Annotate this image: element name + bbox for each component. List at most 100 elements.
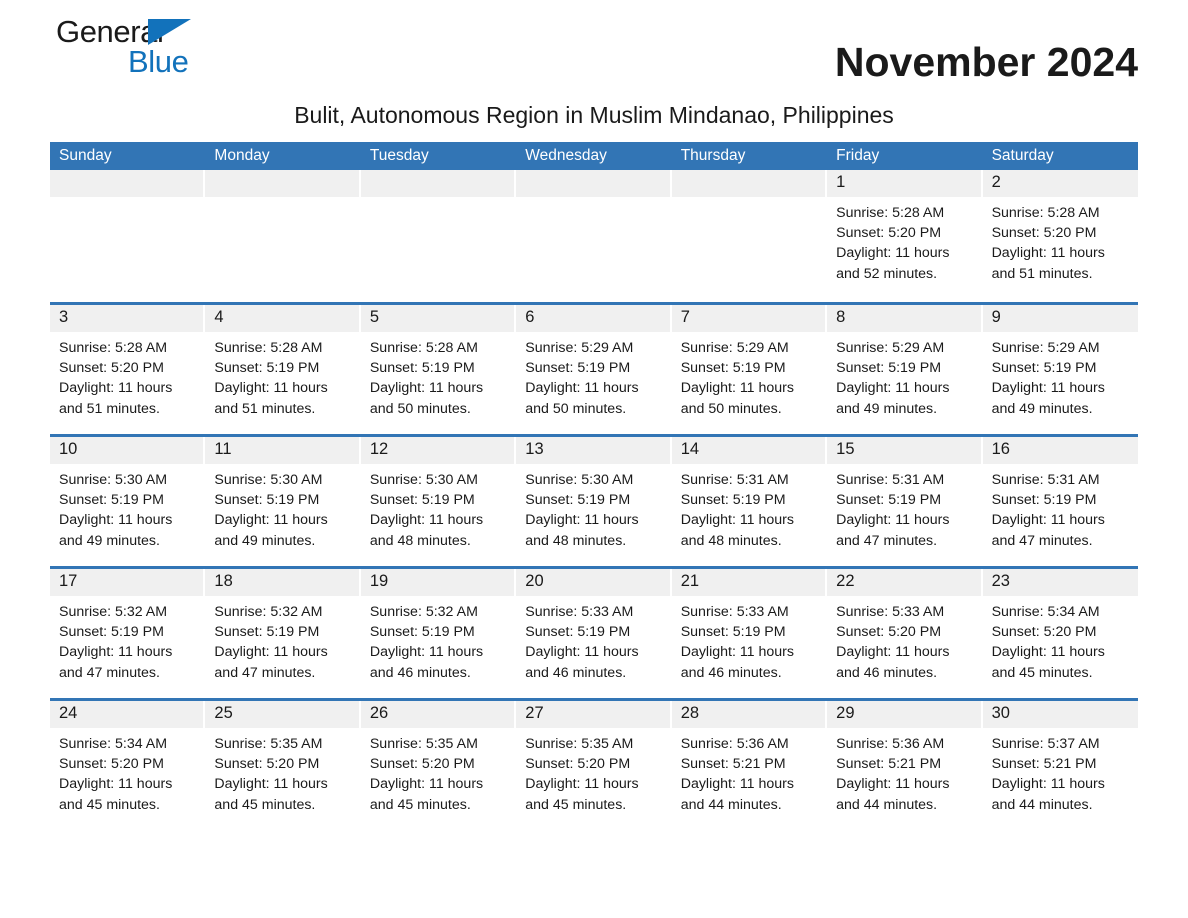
daylight-text: Daylight: 11 hours and 49 minutes. <box>214 512 328 549</box>
general-blue-logo[interactable]: General Blue <box>50 10 200 82</box>
calendar-day-cell[interactable]: 14 Sunrise: 5:31 AM Sunset: 5:19 PM Dayligh… <box>671 437 828 566</box>
day-sun-info: Sunrise: 5:35 AM Sunset: 5:20 PM Daylight:… <box>525 734 660 815</box>
sunrise-text: Sunrise: 5:32 AM <box>369 604 478 620</box>
day-number-band <box>205 170 359 197</box>
sunrise-text: Sunrise: 5:28 AM <box>59 340 168 356</box>
weekday-header-row: Sunday Monday Tuesday Wednesday Thursday… <box>50 142 1138 170</box>
day-number-band: 5 <box>360 305 515 332</box>
sunrise-text: Sunrise: 5:32 AM <box>59 604 168 620</box>
calendar-day-cell[interactable]: 20 Sunrise: 5:33 AM Sunset: 5:19 PM Dayligh… <box>516 569 672 698</box>
day-sun-info: Sunrise: 5:29 AM Sunset: 5:19 PM Daylight:… <box>992 338 1129 419</box>
calendar-day-cell[interactable]: 16 Sunrise: 5:31 AM Sunset: 5:19 PM Dayligh… <box>982 437 1138 566</box>
calendar-day-cell[interactable]: 11 Sunrise: 5:30 AM Sunset: 5:19 PM Dayligh… <box>205 437 361 566</box>
day-number-band <box>671 170 826 197</box>
calendar-day-cell[interactable]: 28 Sunrise: 5:36 AM Sunset: 5:21 PM Dayligh… <box>671 701 828 830</box>
sunset-text: Sunset: 5:19 PM <box>836 360 942 377</box>
day-sun-info: Sunrise: 5:32 AM Sunset: 5:19 PM Daylight:… <box>214 602 349 683</box>
calendar-day-cell[interactable]: 10 Sunrise: 5:30 AM Sunset: 5:19 PM Dayligh… <box>50 437 206 566</box>
calendar-day-cell-empty <box>50 170 206 302</box>
sunset-text: Sunset: 5:19 PM <box>525 624 631 641</box>
sunrise-text: Sunrise: 5:31 AM <box>680 472 789 488</box>
day-sun-info: Sunrise: 5:30 AM Sunset: 5:19 PM Daylight:… <box>370 470 505 551</box>
day-number: 4 <box>214 308 224 326</box>
day-number: 12 <box>369 440 389 458</box>
calendar-day-cell[interactable]: 8 Sunrise: 5:29 AM Sunset: 5:19 PM Daylight… <box>827 305 983 434</box>
calendar-day-cell[interactable]: 5 Sunrise: 5:28 AM Sunset: 5:19 PM Daylight… <box>360 305 517 434</box>
sunrise-text: Sunrise: 5:37 AM <box>991 736 1100 752</box>
calendar-day-cell[interactable]: 19 Sunrise: 5:32 AM Sunset: 5:19 PM Dayligh… <box>360 569 517 698</box>
daylight-text: Daylight: 11 hours and 45 minutes. <box>369 776 484 813</box>
daylight-text: Daylight: 11 hours and 45 minutes. <box>214 776 328 813</box>
day-sun-info: Sunrise: 5:30 AM Sunset: 5:19 PM Daylight:… <box>214 470 349 551</box>
daylight-text: Daylight: 11 hours and 44 minutes. <box>680 776 795 813</box>
calendar-day-cell[interactable]: 30 Sunrise: 5:37 AM Sunset: 5:21 PM Dayligh… <box>982 701 1138 830</box>
sunset-text: Sunset: 5:19 PM <box>59 492 164 509</box>
calendar-day-cell[interactable]: 18 Sunrise: 5:32 AM Sunset: 5:19 PM Dayligh… <box>205 569 361 698</box>
sunrise-text: Sunrise: 5:28 AM <box>836 205 945 221</box>
calendar-day-cell[interactable]: 27 Sunrise: 5:35 AM Sunset: 5:20 PM Dayligh… <box>516 701 672 830</box>
day-number-band: 8 <box>827 305 981 332</box>
day-number: 20 <box>525 572 544 590</box>
day-number: 29 <box>836 704 855 722</box>
day-number-band: 24 <box>50 701 204 728</box>
calendar-day-cell[interactable]: 21 Sunrise: 5:33 AM Sunset: 5:19 PM Dayligh… <box>671 569 828 698</box>
day-number-band: 21 <box>671 569 826 596</box>
sunrise-text: Sunrise: 5:29 AM <box>680 340 789 356</box>
day-number: 18 <box>214 572 233 590</box>
calendar-day-cell-empty <box>205 170 361 302</box>
day-number-band: 30 <box>982 701 1138 728</box>
day-sun-info: Sunrise: 5:30 AM Sunset: 5:19 PM Daylight:… <box>59 470 194 551</box>
calendar-day-cell[interactable]: 17 Sunrise: 5:32 AM Sunset: 5:19 PM Dayligh… <box>50 569 206 698</box>
daylight-text: Daylight: 11 hours and 49 minutes. <box>836 380 950 417</box>
day-number: 14 <box>680 440 700 458</box>
calendar-day-cell[interactable]: 15 Sunrise: 5:31 AM Sunset: 5:19 PM Dayligh… <box>827 437 983 566</box>
calendar-day-cell[interactable]: 13 Sunrise: 5:30 AM Sunset: 5:19 PM Dayligh… <box>516 437 672 566</box>
calendar-day-cell[interactable]: 1 Sunrise: 5:28 AM Sunset: 5:20 PM Daylight… <box>827 170 983 302</box>
day-number-band: 15 <box>827 437 981 464</box>
daylight-text: Daylight: 11 hours and 48 minutes. <box>369 512 484 549</box>
calendar-day-cell[interactable]: 24 Sunrise: 5:34 AM Sunset: 5:20 PM Dayligh… <box>50 701 206 830</box>
day-number-band: 10 <box>50 437 204 464</box>
calendar-day-cell[interactable]: 4 Sunrise: 5:28 AM Sunset: 5:19 PM Daylight… <box>205 305 361 434</box>
sunrise-text: Sunrise: 5:31 AM <box>991 472 1100 488</box>
sunrise-text: Sunrise: 5:28 AM <box>214 340 323 356</box>
day-sun-info: Sunrise: 5:37 AM Sunset: 5:21 PM Daylight:… <box>992 734 1129 815</box>
calendar-day-cell[interactable]: 26 Sunrise: 5:35 AM Sunset: 5:20 PM Dayligh… <box>360 701 517 830</box>
sunset-text: Sunset: 5:19 PM <box>836 492 942 509</box>
calendar-week-row: 24 Sunrise: 5:34 AM Sunset: 5:20 PM Dayligh… <box>50 698 1138 830</box>
sunrise-text: Sunrise: 5:30 AM <box>214 472 323 488</box>
day-number-band: 2 <box>982 170 1138 197</box>
calendar-day-cell[interactable]: 25 Sunrise: 5:35 AM Sunset: 5:20 PM Dayligh… <box>205 701 361 830</box>
daylight-text: Daylight: 11 hours and 50 minutes. <box>680 380 795 417</box>
calendar-day-cell-empty <box>516 170 672 302</box>
calendar-day-cell[interactable]: 12 Sunrise: 5:30 AM Sunset: 5:19 PM Dayligh… <box>360 437 517 566</box>
sunrise-text: Sunrise: 5:29 AM <box>991 340 1100 356</box>
daylight-text: Daylight: 11 hours and 47 minutes. <box>59 644 173 681</box>
day-number-band: 13 <box>516 437 670 464</box>
sunset-text: Sunset: 5:20 PM <box>991 225 1097 242</box>
weekday-header-wednesday: Wednesday <box>525 147 607 164</box>
calendar-day-cell[interactable]: 2 Sunrise: 5:28 AM Sunset: 5:20 PM Daylight… <box>982 170 1138 302</box>
daylight-text: Daylight: 11 hours and 47 minutes. <box>214 644 328 681</box>
sunrise-text: Sunrise: 5:32 AM <box>214 604 323 620</box>
sunrise-text: Sunrise: 5:30 AM <box>369 472 478 488</box>
calendar-day-cell[interactable]: 6 Sunrise: 5:29 AM Sunset: 5:19 PM Daylight… <box>516 305 672 434</box>
calendar-day-cell[interactable]: 23 Sunrise: 5:34 AM Sunset: 5:20 PM Dayligh… <box>982 569 1138 698</box>
page-title: November 2024 <box>834 39 1138 85</box>
day-sun-info: Sunrise: 5:28 AM Sunset: 5:19 PM Daylight:… <box>370 338 505 419</box>
daylight-text: Daylight: 11 hours and 49 minutes. <box>991 380 1105 417</box>
sunrise-text: Sunrise: 5:28 AM <box>991 205 1100 221</box>
calendar-day-cell[interactable]: 9 Sunrise: 5:29 AM Sunset: 5:19 PM Daylight… <box>982 305 1138 434</box>
daylight-text: Daylight: 11 hours and 45 minutes. <box>991 644 1105 681</box>
calendar-week-row: 17 Sunrise: 5:32 AM Sunset: 5:19 PM Dayligh… <box>50 566 1138 698</box>
day-number: 5 <box>369 308 380 326</box>
daylight-text: Daylight: 11 hours and 50 minutes. <box>525 380 639 417</box>
calendar-day-cell[interactable]: 22 Sunrise: 5:33 AM Sunset: 5:20 PM Dayligh… <box>827 569 983 698</box>
calendar-day-cell[interactable]: 7 Sunrise: 5:29 AM Sunset: 5:19 PM Daylight… <box>671 305 828 434</box>
calendar-day-cell[interactable]: 29 Sunrise: 5:36 AM Sunset: 5:21 PM Dayligh… <box>827 701 983 830</box>
sunset-text: Sunset: 5:19 PM <box>59 624 164 641</box>
weekday-header-monday: Monday <box>214 147 270 164</box>
calendar-day-cell[interactable]: 3 Sunrise: 5:28 AM Sunset: 5:20 PM Daylight… <box>50 305 206 434</box>
sunset-text: Sunset: 5:19 PM <box>991 492 1097 509</box>
sunset-text: Sunset: 5:20 PM <box>214 756 320 773</box>
